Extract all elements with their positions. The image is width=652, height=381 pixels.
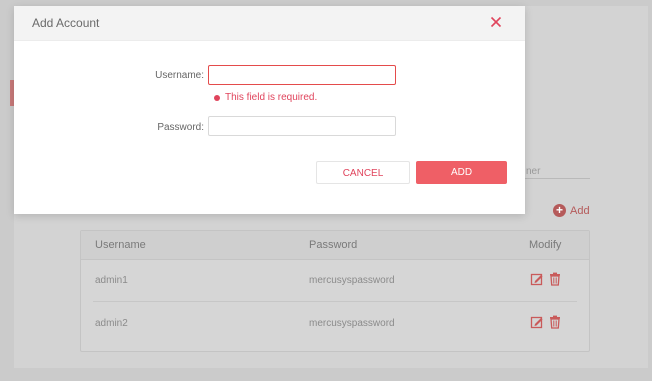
row-username: admin2 bbox=[95, 318, 128, 329]
table-row: admin2 mercusyspassword bbox=[81, 305, 589, 345]
header-username: Username bbox=[95, 239, 146, 251]
dialog-title: Add Account bbox=[32, 16, 100, 30]
add-account-dialog: Add Account Username: This field is requ… bbox=[14, 6, 525, 214]
password-label: Password: bbox=[157, 122, 204, 133]
row-password: mercusyspassword bbox=[309, 318, 395, 329]
close-icon[interactable] bbox=[488, 14, 504, 30]
row-password: mercusyspassword bbox=[309, 275, 395, 286]
username-input[interactable] bbox=[208, 65, 396, 85]
username-label: Username: bbox=[155, 70, 204, 81]
plus-circle-icon: + bbox=[553, 204, 566, 217]
username-error: This field is required. bbox=[214, 92, 317, 103]
edit-icon[interactable] bbox=[530, 272, 544, 286]
add-account-link[interactable]: + Add bbox=[553, 204, 590, 217]
trash-icon[interactable] bbox=[548, 272, 562, 286]
row-username: admin1 bbox=[95, 275, 128, 286]
accounts-table: Username Password Modify admin1 mercusys… bbox=[80, 230, 590, 352]
header-password: Password bbox=[309, 239, 358, 251]
row-divider bbox=[93, 301, 577, 302]
username-error-text: This field is required. bbox=[225, 92, 318, 103]
add-button[interactable]: ADD bbox=[416, 161, 507, 184]
header-modify: Modify bbox=[529, 239, 562, 251]
trash-icon[interactable] bbox=[548, 315, 562, 329]
background-field-hint: ner bbox=[526, 166, 541, 177]
table-row: admin1 mercusyspassword bbox=[81, 262, 589, 302]
password-input[interactable] bbox=[208, 116, 396, 136]
error-dot-icon bbox=[214, 94, 220, 101]
add-account-link-label: Add bbox=[570, 204, 590, 217]
cancel-button[interactable]: CANCEL bbox=[316, 161, 410, 184]
background-field-underline bbox=[520, 178, 590, 179]
dialog-header: Add Account bbox=[14, 6, 525, 41]
edit-icon[interactable] bbox=[530, 315, 544, 329]
table-header: Username Password Modify bbox=[81, 231, 589, 260]
